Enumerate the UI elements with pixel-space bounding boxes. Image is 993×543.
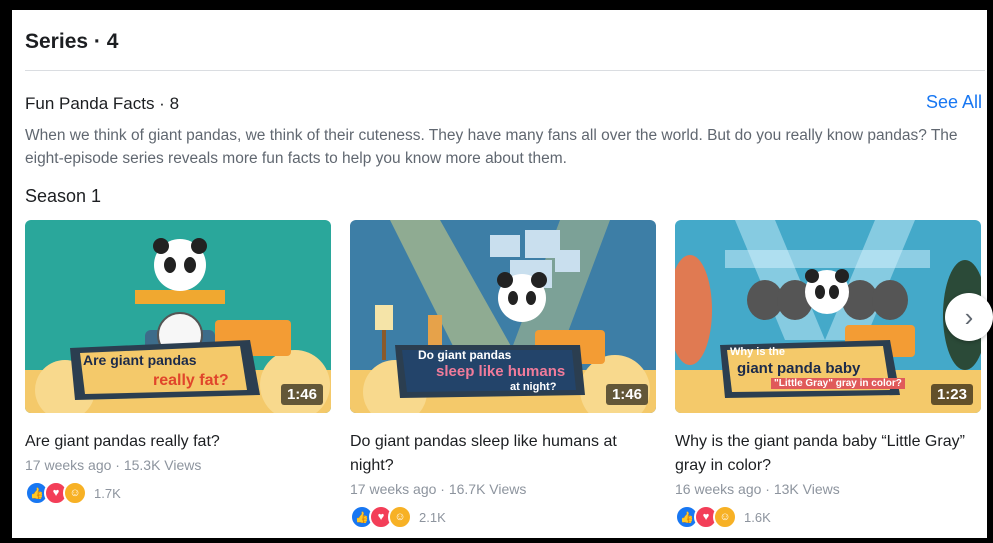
thumbnail-text: Why is the <box>730 346 786 358</box>
thumbnail-text: Do giant pandas <box>418 348 512 362</box>
thumbnail-text: really fat? <box>153 372 229 389</box>
next-button[interactable]: › <box>945 293 993 341</box>
video-meta: 17 weeks ago · 16.7K Views <box>350 481 527 497</box>
season-label: Season 1 <box>25 186 102 206</box>
care-icon: ☺ <box>63 481 87 505</box>
thumbnail-text: sleep like humans <box>436 363 566 380</box>
thumbnail-text: at night? <box>510 381 557 393</box>
duration-badge: 1:46 <box>605 384 648 405</box>
video-card: Are giant pandas really fat? 1:46 Are gi… <box>25 220 331 505</box>
video-title[interactable]: Do giant pandas sleep like humans at nig… <box>350 430 656 478</box>
see-all-link[interactable]: See All <box>926 92 982 113</box>
video-meta: 16 weeks ago · 13K Views <box>675 481 840 497</box>
care-icon: ☺ <box>388 505 412 529</box>
thumbnail-text: giant panda baby <box>737 360 861 377</box>
playlist-title: Fun Panda Facts · 8 <box>25 94 180 113</box>
reaction-count: 1.7K <box>94 485 121 501</box>
divider <box>25 70 985 71</box>
video-thumbnail[interactable]: Why is the giant panda baby "Little Gray… <box>675 220 981 413</box>
duration-badge: 1:23 <box>930 384 973 405</box>
series-panel: Series · 4 Fun Panda Facts · 8 See All W… <box>12 10 993 538</box>
video-thumbnail[interactable]: Do giant pandas sleep like humans at nig… <box>350 220 656 413</box>
video-card: Do giant pandas sleep like humans at nig… <box>350 220 656 529</box>
reactions-row[interactable]: 👍 ♥ ☺ 1.6K <box>675 505 981 529</box>
reactions-row[interactable]: 👍 ♥ ☺ 2.1K <box>350 505 656 529</box>
video-title[interactable]: Are giant pandas really fat? <box>25 430 331 454</box>
reaction-count: 2.1K <box>419 509 446 525</box>
reactions-row[interactable]: 👍 ♥ ☺ 1.7K <box>25 481 331 505</box>
thumbnail-text: "Little Gray" gray in color? <box>771 378 905 389</box>
playlist-description: When we think of giant pandas, we think … <box>25 127 958 167</box>
video-card: Why is the giant panda baby "Little Gray… <box>675 220 993 529</box>
video-meta: 17 weeks ago · 15.3K Views <box>25 457 202 473</box>
chevron-right-icon: › <box>964 301 974 332</box>
care-icon: ☺ <box>713 505 737 529</box>
reaction-count: 1.6K <box>744 509 771 525</box>
video-thumbnail[interactable]: Are giant pandas really fat? 1:46 <box>25 220 331 413</box>
duration-badge: 1:46 <box>280 384 323 405</box>
series-heading: Series · 4 <box>25 30 119 53</box>
thumbnail-text: Are giant pandas <box>83 352 197 368</box>
video-title[interactable]: Why is the giant panda baby “Little Gray… <box>675 430 981 478</box>
